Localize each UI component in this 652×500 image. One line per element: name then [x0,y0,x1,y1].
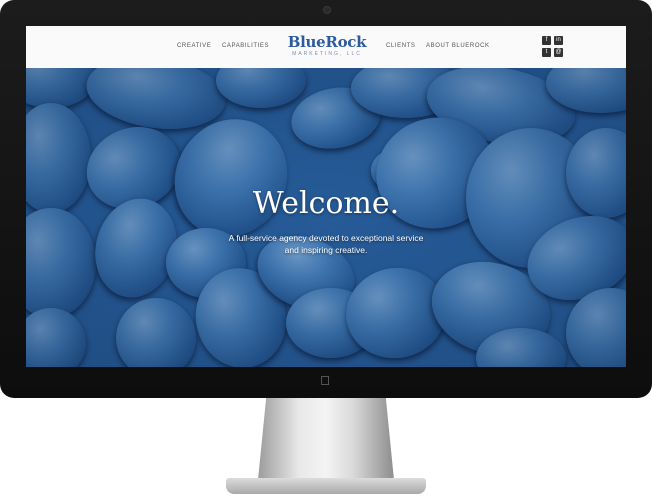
linkedin-icon[interactable]: in [554,36,563,45]
email-icon[interactable]: @ [554,48,563,57]
logo-subtitle: MARKETING, LLC [292,51,362,57]
social-icons: f in t @ [542,36,566,58]
camera-icon [323,6,331,14]
bluerock-logo[interactable]: BlueRock MARKETING, LLC [282,34,372,57]
welcome-heading: Welcome. [252,186,400,221]
hero-section: Welcome. A full-service agency devoted t… [26,68,626,367]
hero-tagline: A full-service agency devoted to excepti… [228,233,424,255]
apple-icon:  [318,374,332,388]
facebook-icon[interactable]: f [542,36,551,45]
monitor-bezel: CREATIVE CAPABILITIES BlueRock MARKETING… [0,0,652,398]
site-header: CREATIVE CAPABILITIES BlueRock MARKETING… [26,26,626,68]
monitor-stand-base [226,478,426,494]
monitor-stand [258,398,394,480]
nav-capabilities[interactable]: CAPABILITIES [222,43,269,49]
nav-clients[interactable]: CLIENTS [386,43,416,49]
nav-about[interactable]: ABOUT BLUEROCK [426,43,490,49]
screen: CREATIVE CAPABILITIES BlueRock MARKETING… [26,26,626,367]
logo-name: BlueRock [287,33,367,51]
twitter-icon[interactable]: t [542,48,551,57]
nav-creative[interactable]: CREATIVE [177,43,211,49]
